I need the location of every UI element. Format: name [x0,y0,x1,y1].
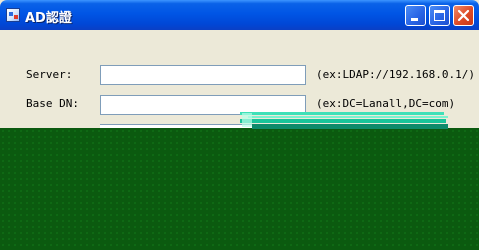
base-dn-label: Base DN: [26,97,79,110]
close-icon [457,9,470,22]
server-label: Server: [26,68,73,81]
glitch-strip [240,112,444,115]
minimize-icon [411,18,418,21]
glitch-strip [252,124,448,129]
app-icon[interactable] [6,8,20,22]
base-dn-hint: (ex:DC=Lanall,DC=com) [316,97,456,110]
server-hint: (ex:LDAP://192.168.0.1/) [316,68,475,81]
window-title: AD認證 [25,11,72,26]
green-overlay [0,128,479,250]
server-input[interactable] [100,65,306,85]
glitch-strip [248,116,448,118]
title-bar[interactable]: AD認證 [0,0,479,30]
ad-auth-window: AD認證 Server: (ex:LDAP://192.168.0.1/) Ba… [0,0,479,128]
maximize-button[interactable] [429,5,450,26]
glitch-strip [242,113,252,127]
glitch-strip [240,119,446,123]
close-button[interactable] [453,5,474,26]
minimize-button[interactable] [405,5,426,26]
maximize-icon [434,10,445,21]
render-glitch [240,112,448,129]
